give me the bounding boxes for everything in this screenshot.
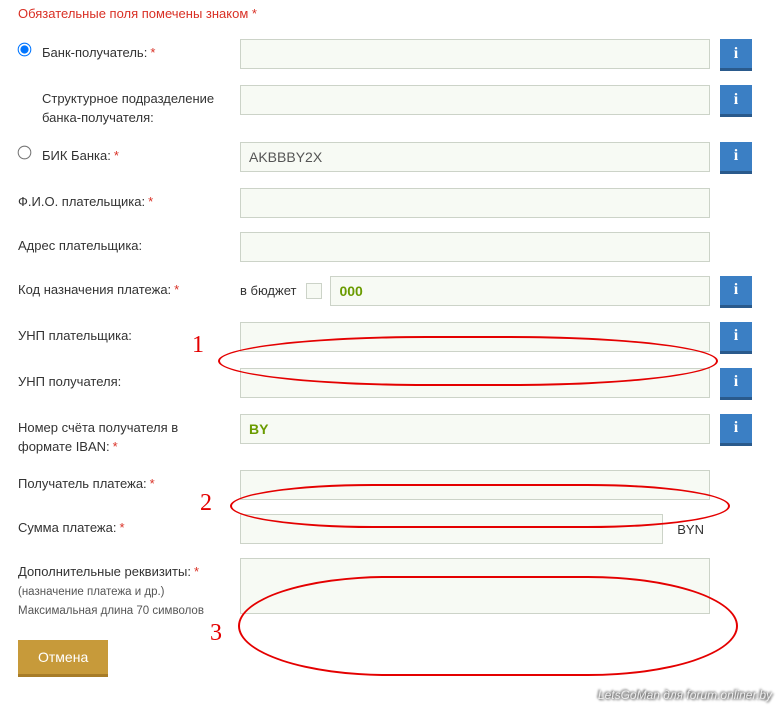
recipient-unp-input[interactable] (240, 368, 710, 398)
extra-hint1: (назначение платежа и др.) (18, 586, 165, 598)
bank-recipient-label: Банк-получатель:* (42, 39, 240, 63)
iban-input[interactable] (240, 414, 710, 444)
info-icon[interactable]: i (720, 414, 752, 446)
required-fields-note: Обязательные поля помечены знаком * (18, 6, 778, 21)
info-icon[interactable]: i (720, 276, 752, 308)
bik-input[interactable] (240, 142, 710, 172)
bank-subdiv-label: Структурное подразделение банка-получате… (42, 85, 240, 128)
payer-fio-input[interactable] (240, 188, 710, 218)
bank-recipient-input[interactable] (240, 39, 710, 69)
payment-recipient-label: Получатель платежа:* (18, 470, 240, 494)
extra-hint2: Максимальная длина 70 символов (18, 605, 204, 617)
payer-unp-input[interactable] (240, 322, 710, 352)
payer-unp-label: УНП плательщика: (18, 322, 240, 346)
budget-label: в бюджет (240, 283, 296, 298)
currency-label: BYN (671, 522, 710, 537)
bank-recipient-radio[interactable] (18, 43, 32, 57)
amount-input[interactable] (240, 514, 663, 544)
bik-label: БИК Банка:* (42, 142, 240, 166)
extra-textarea[interactable] (240, 558, 710, 614)
info-icon[interactable]: i (720, 85, 752, 117)
info-icon[interactable]: i (720, 142, 752, 174)
budget-checkbox[interactable] (306, 283, 322, 299)
purpose-code-label: Код назначения платежа:* (18, 276, 240, 300)
iban-label: Номер счёта получателя в формате IBAN:* (18, 414, 240, 457)
info-icon[interactable]: i (720, 39, 752, 71)
bank-subdiv-input[interactable] (240, 85, 710, 115)
payer-addr-input[interactable] (240, 232, 710, 262)
info-icon[interactable]: i (720, 368, 752, 400)
watermark: LetsGoMan для forum.onliner.by (598, 688, 772, 702)
amount-label: Сумма платежа:* (18, 514, 240, 538)
payment-recipient-input[interactable] (240, 470, 710, 500)
purpose-code-input[interactable] (330, 276, 710, 306)
payer-fio-label: Ф.И.О. плательщика:* (18, 188, 240, 212)
cancel-button[interactable]: Отмена (18, 640, 108, 677)
extra-label: Дополнительные реквизиты:* (18, 564, 199, 579)
payer-addr-label: Адрес плательщика: (18, 232, 240, 256)
recipient-unp-label: УНП получателя: (18, 368, 240, 392)
bik-radio[interactable] (18, 145, 32, 159)
info-icon[interactable]: i (720, 322, 752, 354)
